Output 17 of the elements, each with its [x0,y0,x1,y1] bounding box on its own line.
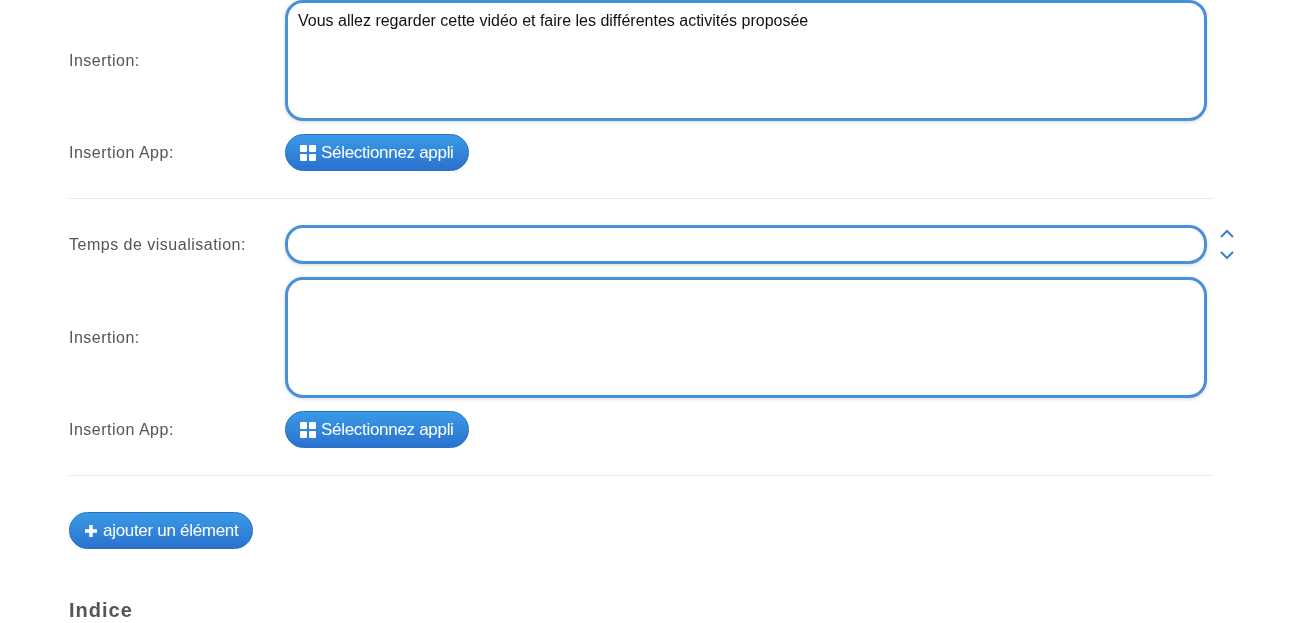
select-app-button[interactable]: Sélectionnez appli [285,411,469,448]
chevron-down-icon[interactable] [1219,250,1235,260]
section-heading: Indice [69,599,134,621]
add-element-button[interactable]: ajouter un élément [69,512,254,549]
field-label: Insertion App: [69,142,175,163]
field-label: Temps de visualisation: [69,234,247,255]
field-label: Insertion App: [69,419,175,440]
time-input-field[interactable] [285,225,1207,264]
select-app-button[interactable]: Sélectionnez appli [285,134,469,171]
field-label: Insertion: [69,50,141,71]
text-area[interactable]: Vous allez regarder cette vidéo et faire les différentes activités proposée [285,0,1207,121]
chevron-up-icon[interactable] [1219,229,1235,239]
field-label: Insertion: [69,327,141,348]
text-area[interactable] [285,277,1207,398]
grid-icon [300,144,316,161]
grid-icon [300,421,316,438]
plus-icon [84,523,98,538]
